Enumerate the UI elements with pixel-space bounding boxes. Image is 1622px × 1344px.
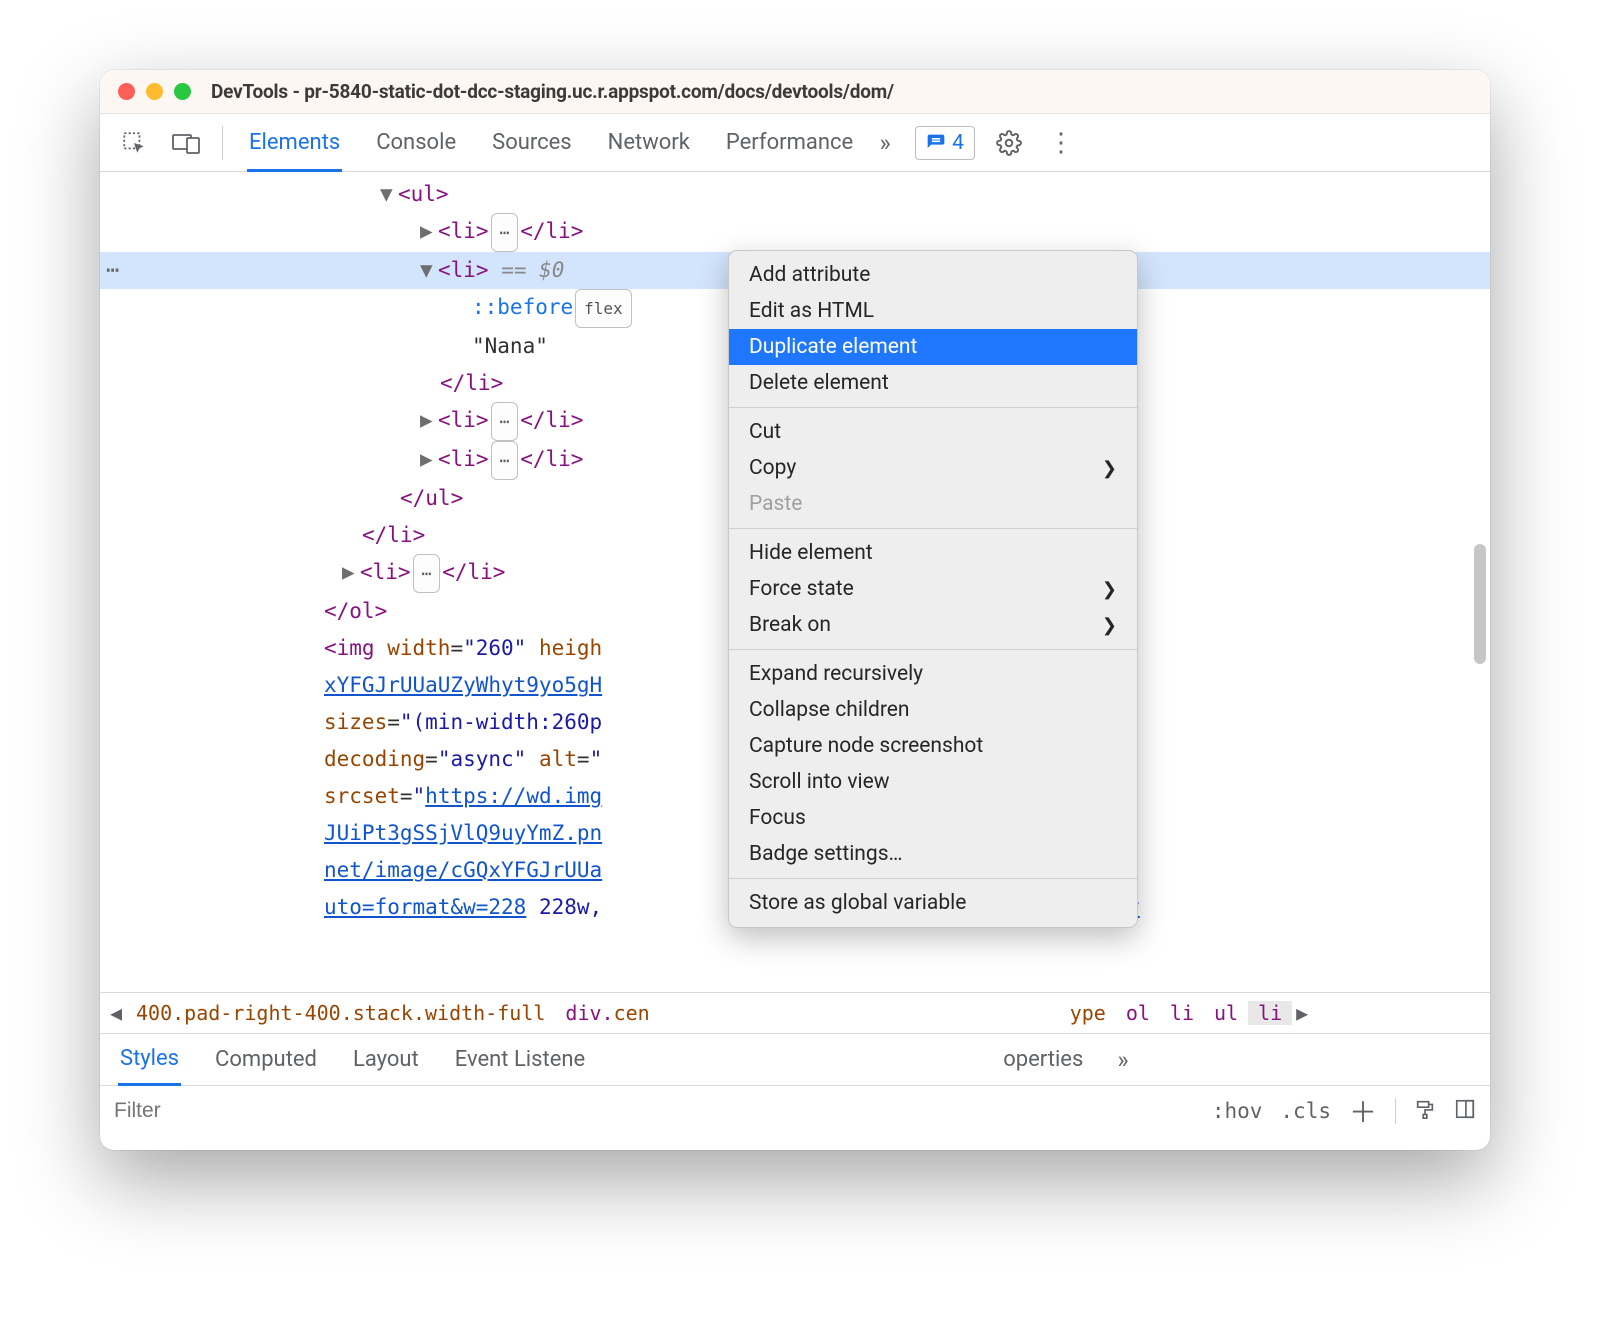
close-window-button[interactable] [118,83,135,100]
cls-toggle[interactable]: .cls [1280,1099,1331,1123]
panel-tabs: Elements Console Sources Network Perform… [247,116,855,169]
more-sidebar-tabs-icon[interactable]: » [1117,1046,1128,1074]
context-menu-item[interactable]: Scroll into view [729,764,1137,800]
traffic-lights [118,83,191,100]
tab-styles[interactable]: Styles [118,1034,181,1086]
flex-badge[interactable]: flex [575,289,632,328]
submenu-arrow-icon: ❯ [1102,458,1117,479]
context-menu-label: Edit as HTML [749,299,874,323]
context-menu-label: Break on [749,613,831,637]
breadcrumb-item[interactable]: ul [1204,1001,1248,1025]
sidebar-tabs: Styles Computed Layout Event Listene ope… [100,1034,1490,1086]
context-menu-separator [729,528,1137,529]
context-menu-item[interactable]: Expand recursively [729,656,1137,692]
submenu-arrow-icon: ❯ [1102,579,1117,600]
context-menu-item[interactable]: Add attribute [729,257,1137,293]
settings-icon[interactable] [987,121,1031,165]
ellipsis-badge[interactable]: ⋯ [413,554,441,593]
computed-styles-icon[interactable] [1454,1098,1476,1125]
breadcrumb-item[interactable]: ol [1116,1001,1160,1025]
dom-node-li-collapsed[interactable]: ▶<li>⋯</li> [100,213,1490,252]
titlebar: DevTools - pr-5840-static-dot-dcc-stagin… [100,70,1490,114]
breadcrumb-scroll-left-icon[interactable]: ◀ [106,1001,126,1025]
context-menu-label: Force state [749,577,854,601]
dom-node-ul-open[interactable]: ▼<ul> [100,176,1490,213]
context-menu-label: Collapse children [749,698,910,722]
tab-event-listeners[interactable]: Event Listene [453,1035,587,1084]
context-menu-item[interactable]: Copy ❯ [729,450,1137,486]
context-menu-label: Cut [749,420,781,444]
styles-filter-row: :hov .cls ＋ [100,1086,1490,1136]
breadcrumb-item[interactable]: li [1160,1001,1204,1025]
ellipsis-badge[interactable]: ⋯ [491,441,519,480]
context-menu-label: Expand recursively [749,662,923,686]
context-menu-item: Paste [729,486,1137,522]
tab-properties[interactable]: operties [1001,1035,1085,1084]
context-menu-label: Copy [749,456,796,480]
tab-computed[interactable]: Computed [213,1035,319,1084]
context-menu-label: Paste [749,492,802,516]
context-menu-separator [729,407,1137,408]
context-menu-item[interactable]: Store as global variable [729,885,1137,921]
submenu-arrow-icon: ❯ [1102,615,1117,636]
ellipsis-badge[interactable]: ⋯ [491,213,519,252]
context-menu[interactable]: Add attribute Edit as HTML Duplicate eleme… [728,250,1138,928]
tab-sources[interactable]: Sources [490,116,574,169]
paint-icon[interactable] [1414,1098,1436,1125]
context-menu-separator [729,649,1137,650]
tab-network[interactable]: Network [606,116,692,169]
new-style-rule-icon[interactable]: ＋ [1349,1091,1377,1131]
tab-console[interactable]: Console [374,116,458,169]
context-menu-item[interactable]: Break on ❯ [729,607,1137,643]
context-menu-label: Delete element [749,371,889,395]
context-menu-item[interactable]: Badge settings… [729,836,1137,872]
breadcrumb-item[interactable]: div.cen [555,1001,659,1025]
breadcrumb-scroll-right-icon[interactable]: ▶ [1292,1001,1312,1025]
tab-performance[interactable]: Performance [724,116,855,169]
context-menu-label: Capture node screenshot [749,734,983,758]
maximize-window-button[interactable] [174,83,191,100]
context-menu-item[interactable]: Duplicate element [729,329,1137,365]
tab-elements[interactable]: Elements [247,116,342,172]
context-menu-item[interactable]: Capture node screenshot [729,728,1137,764]
context-menu-label: Store as global variable [749,891,966,915]
device-toolbar-icon[interactable] [164,121,208,165]
issues-badge[interactable]: 4 [915,126,975,160]
context-menu-item[interactable]: Collapse children [729,692,1137,728]
styles-filter-input[interactable] [114,1099,1198,1123]
inspect-element-icon[interactable] [112,121,156,165]
context-menu-item[interactable]: Delete element [729,365,1137,401]
breadcrumb-item[interactable]: 400.pad-right-400.stack.width-full [126,1001,555,1025]
context-menu-separator [729,878,1137,879]
context-menu-label: Hide element [749,541,873,565]
breadcrumb-item[interactable]: ype [1060,1001,1116,1025]
toolbar-separator [222,126,223,160]
more-tabs-icon[interactable]: » [863,121,907,165]
minimize-window-button[interactable] [146,83,163,100]
context-menu-item[interactable]: Cut [729,414,1137,450]
main-toolbar: Elements Console Sources Network Perform… [100,114,1490,172]
window-title: DevTools - pr-5840-static-dot-dcc-stagin… [211,80,894,103]
issues-count: 4 [952,131,964,155]
context-menu-label: Scroll into view [749,770,890,794]
devtools-window: DevTools - pr-5840-static-dot-dcc-stagin… [100,70,1490,1150]
context-menu-item[interactable]: Edit as HTML [729,293,1137,329]
context-menu-label: Badge settings… [749,842,903,866]
breadcrumb-item-selected[interactable]: li [1248,1001,1292,1025]
overflow-dots-icon[interactable]: ⋯ [106,252,121,289]
breadcrumb[interactable]: ◀ 400.pad-right-400.stack.width-full div… [100,992,1490,1034]
context-menu-label: Add attribute [749,263,870,287]
context-menu-item[interactable]: Focus [729,800,1137,836]
hov-toggle[interactable]: :hov [1212,1099,1263,1123]
tab-layout[interactable]: Layout [351,1035,421,1084]
vertical-scrollbar[interactable] [1474,544,1486,664]
ellipsis-badge[interactable]: ⋯ [491,402,519,441]
context-menu-label: Focus [749,806,806,830]
kebab-menu-icon[interactable]: ⋮ [1039,121,1083,165]
separator [1395,1098,1396,1124]
context-menu-label: Duplicate element [749,335,917,359]
context-menu-item[interactable]: Force state ❯ [729,571,1137,607]
context-menu-item[interactable]: Hide element [729,535,1137,571]
